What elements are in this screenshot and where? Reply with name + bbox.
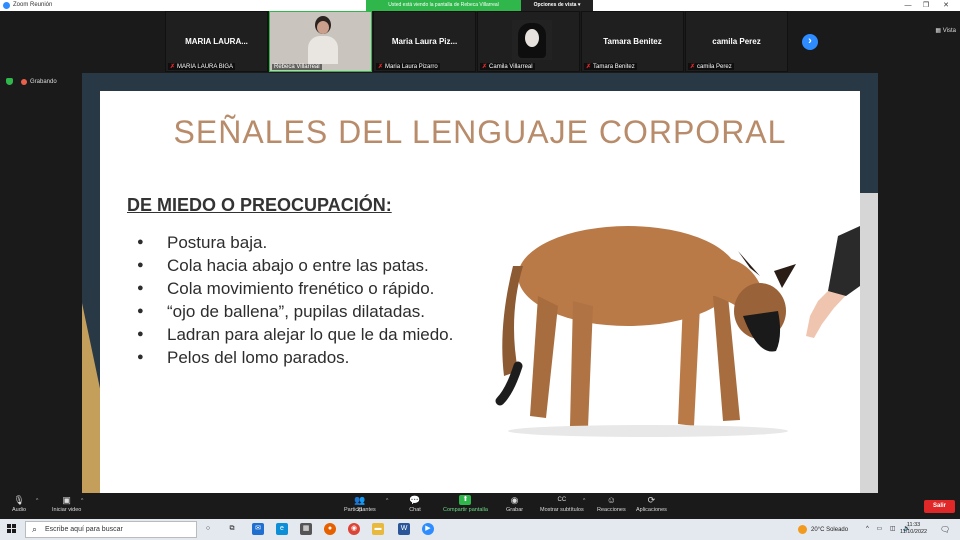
minimize-button[interactable]: —: [898, 0, 918, 11]
participants-button[interactable]: 👥21 Participantes: [344, 495, 376, 513]
weather-widget[interactable]: 20°C Soleado: [798, 525, 848, 534]
zoom-taskbar-icon[interactable]: ▶: [422, 523, 434, 535]
start-video-button[interactable]: ▣ Iniciar video: [52, 495, 81, 513]
participant-display-name: Maria Laura Piz...: [391, 37, 458, 46]
video-off-icon: ▣: [62, 495, 71, 505]
meeting-toolbar: 🎙 Audio ^ ▣ Iniciar video ^ 👥21 Participant…: [0, 493, 960, 519]
bullet-list: Postura baja. Cola hacia abajo o entre l…: [133, 231, 473, 369]
notifications-icon[interactable]: 🗨: [940, 525, 950, 534]
participant-label: Rebeca Villarreal: [272, 64, 322, 70]
taskbar-search-box[interactable]: ⌕ Escribe aquí para buscar: [25, 521, 197, 538]
chat-button[interactable]: 💬 Chat: [409, 495, 421, 513]
fearful-dog-image: [495, 226, 860, 437]
participant-display-name: Tamara Benitez: [603, 37, 662, 46]
muted-mic-icon: ✗: [170, 64, 176, 70]
search-placeholder: Escribe aquí para buscar: [45, 526, 123, 533]
share-screen-button[interactable]: ⬆ Compartir pantalla: [443, 495, 488, 513]
apps-button[interactable]: ⟳ Aplicaciones: [636, 495, 667, 513]
audio-button[interactable]: 🎙 Audio: [12, 495, 26, 513]
slide-subtitle: DE MIEDO O PREOCUPACIÓN:: [127, 195, 392, 215]
participant-label: ✗ MARIA LAURA BIGA: [168, 63, 236, 70]
smiley-icon: ☺: [606, 495, 616, 505]
file-explorer-icon[interactable]: ▬: [372, 523, 384, 535]
video-options-caret-icon[interactable]: ^: [81, 498, 83, 504]
restore-button[interactable]: ❐: [916, 0, 936, 11]
cortana-icon[interactable]: ○: [202, 523, 214, 535]
title-bar: Zoom Reunión Usted está viendo la pantal…: [0, 0, 960, 11]
close-button[interactable]: ✕: [936, 0, 956, 11]
store-icon[interactable]: ▦: [300, 523, 312, 535]
participant-tile[interactable]: ✗ Camila Villarreal: [477, 11, 580, 72]
profile-photo: [512, 20, 552, 60]
participant-gallery: MARIA LAURA... ✗ MARIA LAURA BIGA Rebeca …: [0, 11, 960, 73]
microphone-muted-icon: 🎙: [13, 495, 25, 505]
windows-start-icon[interactable]: [7, 524, 17, 534]
slide-title: SEÑALES DEL LENGUAJE CORPORAL: [173, 114, 787, 150]
bullet-item: Cola hacia abajo o entre las patas.: [133, 254, 473, 277]
bullet-item: Postura baja.: [133, 231, 473, 254]
recording-dot-icon: [21, 78, 27, 85]
windows-taskbar: ⌕ Escribe aquí para buscar ○ ⧉ ✉ e ▦ ● ◉…: [0, 519, 960, 540]
apps-icon: ⟳: [647, 495, 656, 505]
bullet-item: “ojo de ballena”, pupilas dilatadas.: [133, 300, 473, 323]
participant-display-name: camila Perez: [712, 37, 761, 46]
share-screen-icon: ⬆: [459, 495, 472, 505]
captions-options-caret-icon[interactable]: ^: [583, 498, 585, 504]
view-options-button[interactable]: Opciones de vista ▾: [521, 0, 593, 11]
participant-display-name: MARIA LAURA...: [185, 37, 248, 46]
record-icon: ◉: [510, 495, 519, 505]
shared-screen: SEÑALES DEL LENGUAJE CORPORAL DE MIEDO O…: [82, 73, 878, 493]
word-icon[interactable]: W: [398, 523, 410, 535]
audio-options-caret-icon[interactable]: ^: [36, 498, 38, 504]
participant-label: ✗ Maria Laura Pizarro: [376, 63, 440, 70]
muted-mic-icon: ✗: [586, 64, 592, 70]
muted-mic-icon: ✗: [690, 64, 696, 70]
captions-button[interactable]: CC Mostrar subtítulos: [540, 495, 584, 513]
edge-browser-icon[interactable]: e: [276, 523, 288, 535]
participant-label: ✗ Tamara Benitez: [584, 63, 637, 70]
participants-options-caret-icon[interactable]: ^: [386, 498, 388, 504]
bullet-item: Cola movimiento frenético o rápido.: [133, 277, 473, 300]
search-icon: ⌕: [32, 524, 38, 534]
recording-indicator: Grabando: [6, 78, 57, 85]
decorative-panel: [858, 193, 878, 493]
muted-mic-icon: ✗: [378, 64, 384, 70]
chrome-icon[interactable]: ◉: [348, 523, 360, 535]
participant-tile[interactable]: MARIA LAURA... ✗ MARIA LAURA BIGA: [165, 11, 268, 72]
firefox-icon[interactable]: ●: [324, 523, 336, 535]
bullet-item: Ladran para alejar lo que le da miedo.: [133, 323, 473, 346]
reactions-button[interactable]: ☺ Reacciones: [597, 495, 626, 513]
participant-video: [308, 16, 338, 64]
security-shield-icon: [6, 78, 13, 85]
record-button[interactable]: ◉ Grabar: [506, 495, 523, 513]
task-view-icon[interactable]: ⧉: [226, 523, 238, 535]
participant-tile[interactable]: camila Perez ✗ camila Perez: [685, 11, 788, 72]
view-button[interactable]: ▦ Vista: [935, 27, 956, 34]
presentation-slide: SEÑALES DEL LENGUAJE CORPORAL DE MIEDO O…: [100, 91, 860, 493]
sun-icon: [798, 525, 807, 534]
participant-tile[interactable]: Maria Laura Piz... ✗ Maria Laura Pizarro: [373, 11, 476, 72]
participant-label: ✗ camila Perez: [688, 63, 734, 70]
participant-tile-active-speaker[interactable]: Rebeca Villarreal: [269, 11, 372, 72]
mail-icon[interactable]: ✉: [252, 523, 264, 535]
leave-button[interactable]: Salir: [924, 500, 955, 513]
chat-icon: 💬: [409, 495, 421, 505]
sharing-banner: Usted está viendo la pantalla de Rebeca …: [366, 0, 521, 11]
system-clock[interactable]: 11:33 11/10/2022: [900, 522, 927, 536]
cc-icon: CC: [557, 497, 567, 503]
zoom-logo-icon: [3, 2, 10, 9]
next-page-arrow-icon[interactable]: ›: [802, 34, 818, 50]
participant-tile[interactable]: Tamara Benitez ✗ Tamara Benitez: [581, 11, 684, 72]
participants-icon: 👥21: [354, 495, 366, 513]
participant-label: ✗ Camila Villarreal: [480, 63, 535, 70]
muted-mic-icon: ✗: [482, 64, 488, 70]
bullet-item: Pelos del lomo parados.: [133, 346, 473, 369]
window-title: Zoom Reunión: [13, 2, 53, 8]
